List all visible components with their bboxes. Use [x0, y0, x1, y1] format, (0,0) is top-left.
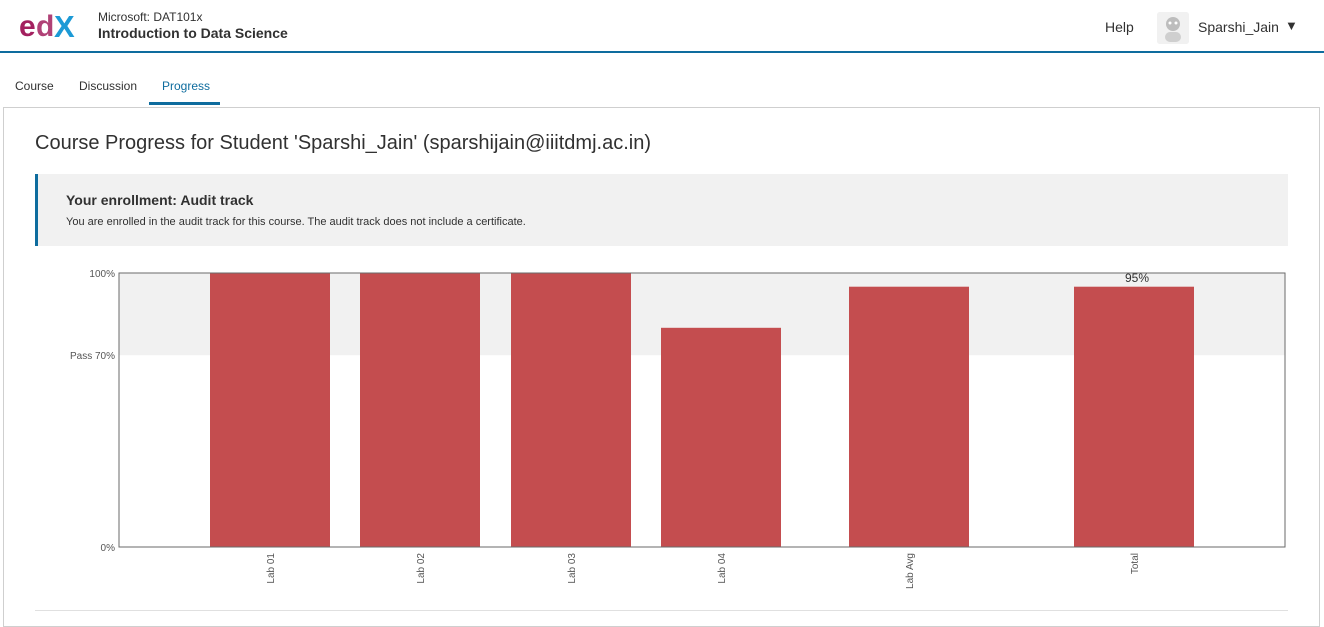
bar	[210, 273, 330, 547]
bar	[661, 327, 781, 547]
y-tick-label: 100%	[89, 269, 115, 280]
x-tick-label: Lab Avg	[905, 553, 916, 589]
x-tick-label: Lab 04	[717, 553, 728, 584]
x-tick-label: Lab 01	[266, 553, 277, 584]
bar	[1074, 286, 1194, 547]
y-tick-label: 0%	[101, 543, 116, 554]
progress-chart: 100% Pass 70% 0% Lab 01 Lab 02 Lab 03 Lab 04 La…	[70, 269, 1286, 589]
bar	[511, 273, 631, 547]
bar	[849, 286, 969, 547]
x-tick-label: Lab 03	[567, 553, 578, 584]
bar	[360, 273, 480, 547]
divider	[35, 610, 1288, 611]
x-tick-label: Total	[1130, 553, 1141, 574]
y-tick-label: Pass 70%	[70, 351, 115, 362]
x-tick-label: Lab 02	[416, 553, 427, 584]
total-value-label: 95%	[1125, 271, 1149, 285]
